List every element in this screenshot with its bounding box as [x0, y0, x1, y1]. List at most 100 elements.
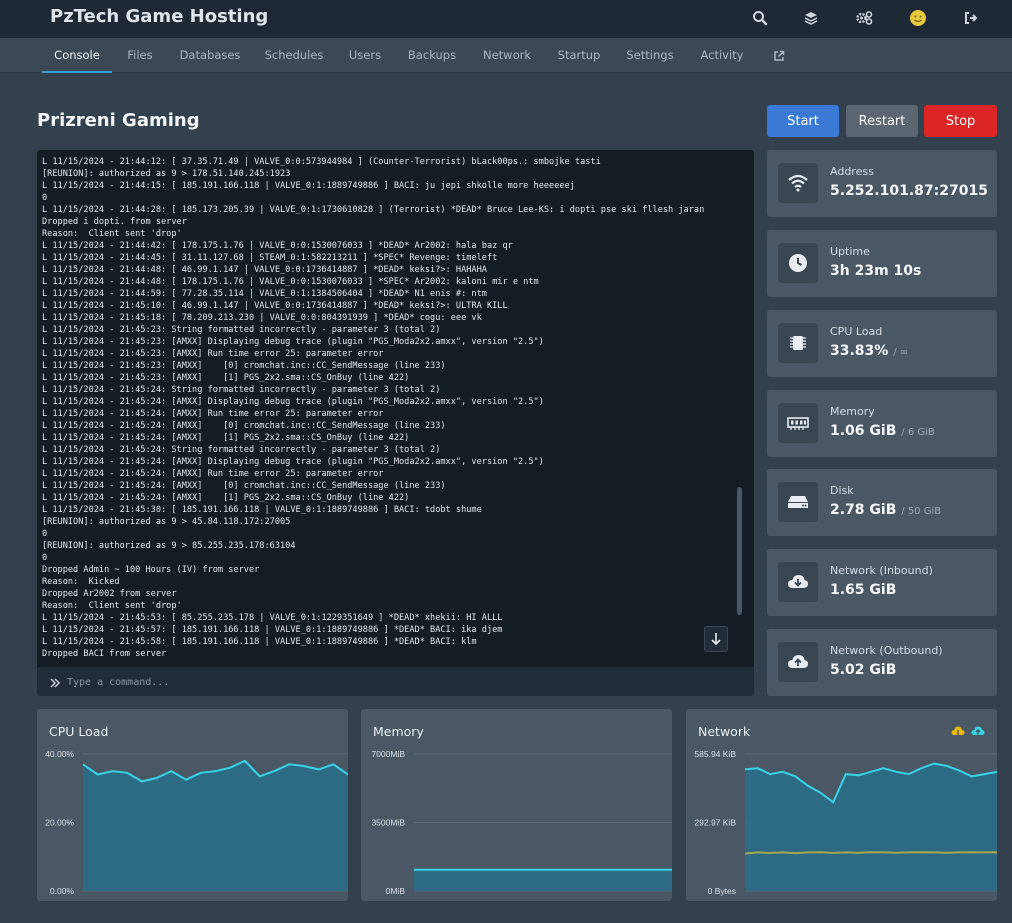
console-line: [REUNION]: authorized as 9 > 45.84.118.1… — [42, 517, 291, 527]
console-line: L 11/15/2024 - 21:44:45: [ 31.11.127.68 … — [42, 253, 498, 263]
tick-label: 585.94 KiB — [694, 749, 736, 759]
tab-schedules[interactable]: Schedules — [262, 38, 326, 73]
cpu-chip-icon — [778, 323, 818, 363]
tick-label: 292.97 KiB — [694, 818, 736, 828]
tab-databases[interactable]: Databases — [176, 38, 244, 73]
tab-activity[interactable]: Activity — [697, 38, 747, 73]
cpu-chart-plot: 40.00% 20.00% 0.00% — [45, 749, 348, 896]
tick-label: 20.00% — [45, 818, 74, 828]
memory-chart: Memory 7000MiB 3500MiB 0MiB — [361, 709, 672, 901]
stat-value: 33.83% / ∞ — [830, 343, 909, 359]
server-nav: Console Files Databases Schedules Users … — [0, 38, 1012, 73]
tick-label: 0 Bytes — [708, 886, 736, 896]
scroll-to-bottom-button[interactable] — [704, 626, 728, 652]
restart-button[interactable]: Restart — [846, 105, 918, 137]
command-bar — [37, 667, 754, 696]
console-line: L 11/15/2024 - 21:45:23: [AMXX] [0] crom… — [42, 361, 446, 371]
console-line: Dropped Admin ~ 100 Hours (IV) from serv… — [42, 565, 260, 575]
console-line: [REUNION]: authorized as 9 > 178.51.140.… — [42, 169, 291, 179]
console-line: L 11/15/2024 - 21:45:24: [AMXX] Run time… — [42, 469, 384, 479]
console-line: L 11/15/2024 - 21:44:48: [ 46.99.1.147 |… — [42, 265, 487, 275]
stat-label: Memory — [830, 405, 875, 418]
console-line: L 11/15/2024 - 21:44:59: [ 77.28.35.114 … — [42, 289, 487, 299]
console-line: L 11/15/2024 - 21:45:24: [AMXX] Displayi… — [42, 457, 544, 467]
console-line: L 11/15/2024 - 21:45:24: [AMXX] [0] crom… — [42, 481, 446, 491]
stat-label: CPU Load — [830, 325, 883, 338]
memory-icon — [778, 403, 818, 443]
stat-address: Address 5.252.101.87:27015 — [767, 150, 997, 217]
logout-icon[interactable] — [960, 7, 982, 29]
console-line: L 11/15/2024 - 21:45:24: String formatte… — [42, 385, 441, 395]
stat-cpu: CPU Load 33.83% / ∞ — [767, 310, 997, 377]
console-line: Reason: Kicked — [42, 577, 120, 587]
cloud-upload-icon — [778, 642, 818, 682]
stat-uptime: Uptime 3h 23m 10s — [767, 230, 997, 297]
console-line: L 11/15/2024 - 21:45:24: [AMXX] [0] crom… — [42, 421, 446, 431]
console-line: L 11/15/2024 - 21:45:23: [AMXX] [1] PGS_… — [42, 373, 410, 383]
console-line: L 11/15/2024 - 21:45:24: String formatte… — [42, 445, 441, 455]
tab-files[interactable]: Files — [120, 38, 160, 73]
console-line: 0 — [42, 529, 48, 539]
series-area — [414, 869, 672, 891]
app-title[interactable]: PzTech Game Hosting — [50, 6, 268, 27]
console-line: L 11/15/2024 - 21:45:18: [ 78.209.213.23… — [42, 313, 482, 323]
console-line: L 11/15/2024 - 21:45:23: String formatte… — [42, 325, 441, 335]
console-line: L 11/15/2024 - 21:45:57: [ 185.191.166.1… — [42, 625, 503, 635]
network-chart: Network 585.94 KiB 292.97 KiB 0 Bytes — [686, 709, 997, 901]
console-line: Dropped i dopti. from server — [42, 217, 187, 227]
console-line: Dropped Ar2002 from server — [42, 589, 177, 599]
stat-value: 5.02 GiB — [830, 662, 897, 678]
console-line: L 11/15/2024 - 21:45:24: [AMXX] [1] PGS_… — [42, 493, 410, 503]
console-line: 0 — [42, 193, 48, 203]
stat-network-inbound: Network (Inbound) 1.65 GiB — [767, 549, 997, 616]
search-icon[interactable] — [749, 7, 771, 29]
tab-console[interactable]: Console — [42, 38, 112, 73]
stat-value: 3h 23m 10s — [830, 263, 922, 279]
tab-settings[interactable]: Settings — [624, 38, 676, 73]
cogs-icon[interactable] — [853, 7, 875, 29]
tick-label: 3500MiB — [371, 818, 405, 828]
tick-label: 40.00% — [45, 749, 74, 759]
network-chart-plot: 585.94 KiB 292.97 KiB 0 Bytes — [694, 749, 997, 896]
stat-label: Network (Inbound) — [830, 564, 933, 577]
avatar[interactable] — [907, 7, 929, 29]
stop-button[interactable]: Stop — [924, 105, 997, 137]
series-area — [83, 760, 348, 891]
console-line: L 11/15/2024 - 21:45:58: [ 185.191.166.1… — [42, 637, 477, 647]
tab-network[interactable]: Network — [478, 38, 536, 73]
clock-icon — [778, 243, 818, 283]
start-button[interactable]: Start — [767, 105, 839, 137]
tick-label: 0MiB — [386, 886, 406, 896]
tab-startup[interactable]: Startup — [554, 38, 604, 73]
console-line: L 11/15/2024 - 21:45:10: [ 46.99.1.147 |… — [42, 301, 508, 311]
memory-chart-plot: 7000MiB 3500MiB 0MiB — [371, 749, 672, 896]
stat-value: 1.06 GiB / 6 GiB — [830, 423, 935, 439]
console-output: L 11/15/2024 - 21:44:12: [ 37.35.71.49 |… — [42, 156, 732, 668]
console-line: L 11/15/2024 - 21:45:30: [ 185.191.166.1… — [42, 505, 482, 515]
tab-users[interactable]: Users — [345, 38, 385, 73]
command-input[interactable] — [67, 671, 737, 693]
tick-label: 7000MiB — [371, 749, 405, 759]
console-line: Dropped BACI from server — [42, 649, 167, 659]
console-line: L 11/15/2024 - 21:45:53: [ 85.255.235.17… — [42, 613, 503, 623]
console-line: Reason: Client sent 'drop' — [42, 229, 182, 239]
tick-label: 0.00% — [50, 886, 75, 896]
external-link-icon[interactable] — [770, 38, 788, 73]
series-area — [745, 763, 997, 891]
console-line: L 11/15/2024 - 21:44:12: [ 37.35.71.49 |… — [42, 157, 601, 167]
arrow-down-icon — [711, 633, 721, 646]
stat-label: Uptime — [830, 245, 870, 258]
stat-value[interactable]: 5.252.101.87:27015 — [830, 183, 988, 199]
console-line: L 11/15/2024 - 21:44:48: [ 178.175.1.76 … — [42, 277, 539, 287]
console-line: Reason: Client sent 'drop' — [42, 601, 182, 611]
stat-value: 2.78 GiB / 50 GiB — [830, 502, 942, 518]
console-scrollbar[interactable] — [737, 487, 742, 615]
stat-memory: Memory 1.06 GiB / 6 GiB — [767, 390, 997, 457]
console-line: 0 — [42, 553, 48, 563]
wifi-icon — [778, 163, 818, 203]
stat-network-outbound: Network (Outbound) 5.02 GiB — [767, 629, 997, 696]
console-line: L 11/15/2024 - 21:45:24: [AMXX] [1] PGS_… — [42, 433, 410, 443]
console-line: L 11/15/2024 - 21:45:23: [AMXX] Displayi… — [42, 337, 544, 347]
tab-backups[interactable]: Backups — [405, 38, 459, 73]
layers-icon[interactable] — [800, 7, 822, 29]
